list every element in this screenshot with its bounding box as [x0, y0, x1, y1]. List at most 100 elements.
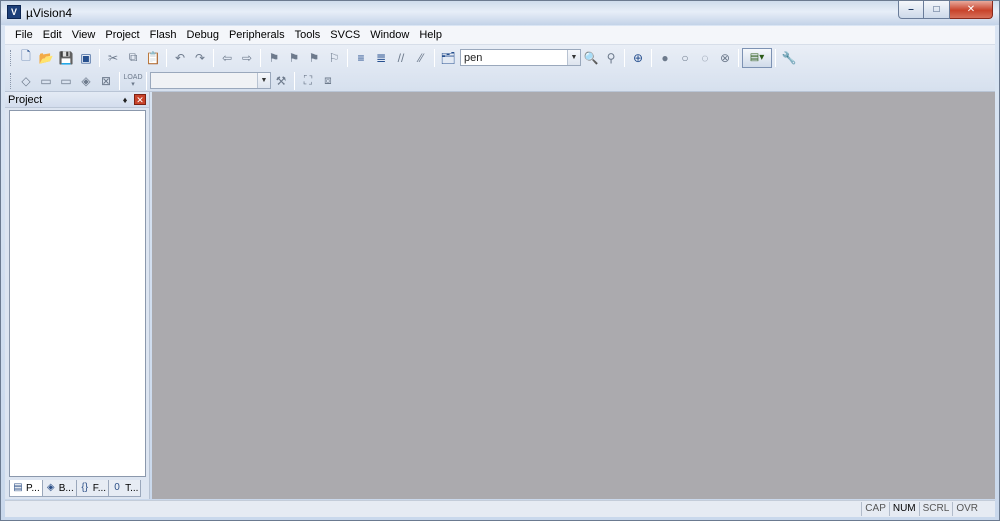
stop-build-icon[interactable]: ⊠: [96, 71, 116, 91]
title-bar: V µVision4 – □ ✕: [1, 1, 999, 25]
disable-breakpoint-icon[interactable]: ○: [675, 48, 695, 68]
prev-bookmark-icon[interactable]: ⚑: [284, 48, 304, 68]
menu-project[interactable]: Project: [100, 27, 144, 44]
debug-session-icon[interactable]: ⊕: [628, 48, 648, 68]
find-combo-value[interactable]: pen: [461, 52, 567, 64]
configure-icon[interactable]: 🔧: [779, 48, 799, 68]
project-pane-title: Project: [8, 93, 43, 106]
books-tab-icon: ◈: [46, 482, 55, 493]
comment-icon[interactable]: //: [391, 48, 411, 68]
window-controls: – □ ✕: [898, 1, 993, 19]
app-logo-icon[interactable]: V: [7, 5, 21, 19]
save-all-icon[interactable]: ▣: [76, 48, 96, 68]
file-extensions-icon[interactable]: ⧈: [318, 71, 338, 91]
file-toolbar: 🗋 📂 💾 ▣ ✂ ⧉ 📋 ↶ ↷ ⇦ ⇨ ⚑ ⚑ ⚑ ⚐ ≡ ≣ // ⁄⁄: [9, 46, 799, 69]
window-title: µVision4: [26, 6, 73, 20]
open-file-icon[interactable]: 📂: [36, 48, 56, 68]
toolbar-separator: [146, 71, 147, 90]
translate-icon[interactable]: ◇: [16, 71, 36, 91]
menu-view[interactable]: View: [67, 27, 101, 44]
save-icon[interactable]: 💾: [56, 48, 76, 68]
nav-forward-icon[interactable]: ⇨: [237, 48, 257, 68]
status-indicators: CAP NUM SCRL OVR: [861, 502, 981, 516]
editor-area[interactable]: [152, 92, 995, 499]
next-bookmark-icon[interactable]: ⚑: [304, 48, 324, 68]
target-combo[interactable]: ▼: [150, 72, 271, 89]
toolbar-separator: [294, 71, 295, 90]
status-num: NUM: [888, 502, 919, 516]
menu-file[interactable]: File: [10, 27, 38, 44]
incremental-find-icon[interactable]: 🔍: [581, 48, 601, 68]
chevron-down-icon[interactable]: ▼: [567, 50, 580, 65]
indent-icon[interactable]: ≡: [351, 48, 371, 68]
project-tab-icon: ▤: [13, 482, 23, 493]
chevron-down-icon[interactable]: ▼: [257, 73, 270, 88]
tab-label: T...: [125, 482, 139, 494]
menu-tools[interactable]: Tools: [290, 27, 326, 44]
unindent-icon[interactable]: ≣: [371, 48, 391, 68]
toolbar-separator: [166, 48, 167, 67]
tab-label: P...: [26, 482, 40, 494]
tab-books[interactable]: ◈ B...: [41, 480, 77, 497]
status-ovr: OVR: [952, 502, 981, 516]
toolbar-separator: [260, 48, 261, 67]
menu-peripherals[interactable]: Peripherals: [224, 27, 290, 44]
redo-icon[interactable]: ↷: [190, 48, 210, 68]
build-icon[interactable]: ▭: [36, 71, 56, 91]
toolbar-separator: [624, 48, 625, 67]
tab-functions[interactable]: {} F...: [75, 480, 110, 497]
toolbar-grip[interactable]: [10, 72, 13, 89]
disable-all-breakpoints-icon[interactable]: ◌: [695, 48, 715, 68]
pane-close-icon[interactable]: ✕: [134, 94, 146, 105]
kill-breakpoints-icon[interactable]: ⊗: [715, 48, 735, 68]
new-file-icon[interactable]: 🗋: [16, 48, 36, 68]
batch-build-icon[interactable]: ◈: [76, 71, 96, 91]
menu-svcs[interactable]: SVCS: [325, 27, 365, 44]
status-cap: CAP: [861, 502, 889, 516]
bookmark-icon[interactable]: ⚑: [264, 48, 284, 68]
status-scrl: SCRL: [918, 502, 953, 516]
cut-icon[interactable]: ✂: [103, 48, 123, 68]
breakpoint-icon[interactable]: ●: [655, 48, 675, 68]
find-icon[interactable]: ⚲: [601, 48, 621, 68]
tab-label: B...: [58, 482, 74, 494]
tab-templates[interactable]: 0 T...: [108, 480, 142, 497]
close-button[interactable]: ✕: [950, 1, 993, 19]
download-icon[interactable]: LOAD ▾: [123, 71, 143, 91]
manage-components-icon[interactable]: ⛶: [298, 71, 318, 91]
toolbar-separator: [738, 48, 739, 67]
copy-icon[interactable]: ⧉: [123, 48, 143, 68]
find-in-files-icon[interactable]: 🗂: [438, 48, 458, 68]
functions-tab-icon: {}: [81, 482, 89, 493]
nav-back-icon[interactable]: ⇦: [217, 48, 237, 68]
menu-window[interactable]: Window: [365, 27, 414, 44]
menu-flash[interactable]: Flash: [145, 27, 182, 44]
toolbar-grip[interactable]: [10, 49, 13, 66]
rebuild-icon[interactable]: ▭: [56, 71, 76, 91]
toolbar-separator: [347, 48, 348, 67]
tab-project[interactable]: ▤ P...: [9, 480, 43, 497]
menu-debug[interactable]: Debug: [182, 27, 224, 44]
undo-icon[interactable]: ↶: [170, 48, 190, 68]
window-select-icon[interactable]: ▤▾: [742, 47, 772, 68]
paste-icon[interactable]: 📋: [143, 48, 163, 68]
toolbar-separator: [119, 71, 120, 90]
toolbar-separator: [213, 48, 214, 67]
project-pane-header: Project ♦ ✕: [5, 92, 149, 108]
minimize-button[interactable]: –: [898, 1, 924, 19]
toolbar-area: 🗋 📂 💾 ▣ ✂ ⧉ 📋 ↶ ↷ ⇦ ⇨ ⚑ ⚑ ⚑ ⚐ ≡ ≣ // ⁄⁄: [5, 45, 995, 92]
uncomment-icon[interactable]: ⁄⁄: [411, 48, 431, 68]
clear-bookmarks-icon[interactable]: ⚐: [324, 48, 344, 68]
load-label: LOAD: [123, 73, 143, 81]
toolbar-separator: [651, 48, 652, 67]
find-combo[interactable]: pen ▼: [460, 49, 581, 66]
target-options-icon[interactable]: ⚒: [271, 71, 291, 91]
pin-icon[interactable]: ♦: [119, 95, 131, 105]
toolbar-separator: [99, 48, 100, 67]
tab-label: F...: [92, 482, 107, 494]
project-pane-tabs: ▤ P... ◈ B... {} F... 0 T...: [9, 480, 149, 498]
menu-edit[interactable]: Edit: [38, 27, 67, 44]
project-tree[interactable]: [9, 110, 146, 477]
menu-help[interactable]: Help: [414, 27, 447, 44]
maximize-button[interactable]: □: [924, 1, 950, 19]
